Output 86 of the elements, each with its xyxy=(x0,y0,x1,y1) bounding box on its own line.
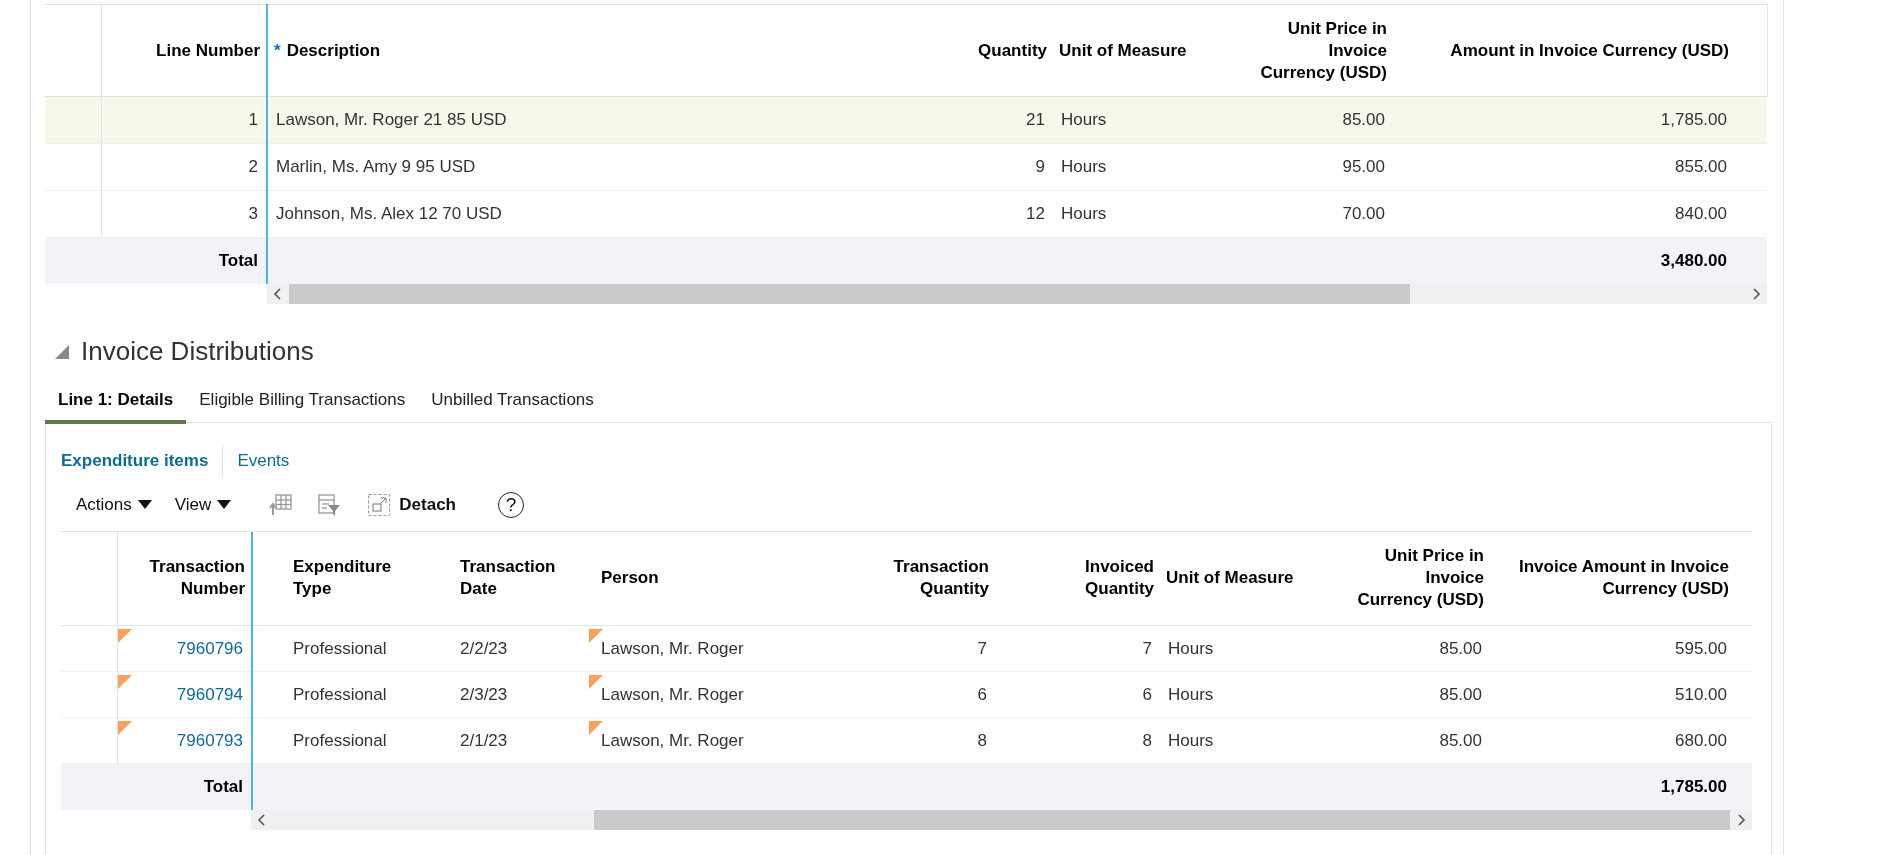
table-cell: 2/1/23 xyxy=(460,730,508,750)
table-cell: 70.00 xyxy=(1342,204,1385,223)
total-value: 3,480.00 xyxy=(1660,250,1727,270)
table-cell: 2 xyxy=(248,157,258,176)
column-header[interactable]: Unit of Measure xyxy=(1053,4,1233,97)
column-header[interactable]: Quantity xyxy=(960,4,1053,97)
table-cell: Professional xyxy=(293,730,387,750)
column-header[interactable]: Invoiced Quantity xyxy=(995,531,1160,626)
table-cell: Marlin, Ms. Amy 9 95 USD xyxy=(276,157,476,176)
collapse-triangle-icon[interactable] xyxy=(55,344,69,359)
table-cell: 9 xyxy=(1035,157,1045,176)
table-cell: 95.00 xyxy=(1342,157,1385,176)
table-cell: Hours xyxy=(1168,730,1214,750)
table-cell: Hours xyxy=(1061,110,1107,129)
column-header[interactable]: Transaction Date xyxy=(450,531,585,626)
table-cell: 12 xyxy=(1026,204,1045,223)
column-header[interactable]: Unit Price in Invoice Currency (USD) xyxy=(1325,531,1490,626)
table-cell: 85.00 xyxy=(1342,110,1385,129)
table-cell: Lawson, Mr. Roger xyxy=(601,638,744,658)
caret-icon xyxy=(217,500,232,509)
table-row[interactable]: 2 Marlin, Ms. Amy 9 95 USD 9 Hours 95.00 855.00 xyxy=(45,143,1767,191)
table-cell: Hours xyxy=(1168,638,1214,658)
total-value: 1,785.00 xyxy=(1660,776,1727,796)
table-cell: Hours xyxy=(1061,204,1107,223)
table-cell: 85.00 xyxy=(1439,684,1482,704)
table-cell: 2/3/23 xyxy=(460,684,508,704)
table-cell: 7 xyxy=(977,638,987,658)
table-cell: 1 xyxy=(248,110,258,129)
chevron-right-icon[interactable] xyxy=(1738,813,1746,826)
table-cell: Hours xyxy=(1168,684,1214,704)
transaction-link[interactable]: 7960794 xyxy=(176,684,243,704)
column-header[interactable]: Expenditure Type xyxy=(252,531,450,626)
column-header[interactable]: Invoice Amount in Invoice Currency (USD) xyxy=(1490,531,1735,626)
table-cell: 510.00 xyxy=(1675,684,1727,704)
table-cell: 6 xyxy=(977,684,987,704)
table-cell: Hours xyxy=(1061,157,1107,176)
spreadsheet-export-icon[interactable] xyxy=(269,492,294,517)
horizontal-scrollbar[interactable] xyxy=(251,809,1752,830)
column-header[interactable]: Transaction Quantity xyxy=(840,531,995,626)
column-header[interactable]: Transaction Number xyxy=(117,531,252,626)
table-cell: 8 xyxy=(1142,730,1152,750)
detach-button[interactable]: Detach xyxy=(361,491,462,518)
table-row[interactable]: 1 Lawson, Mr. Roger 21 85 USD 21 Hours 85.00 1,785.00 xyxy=(45,96,1767,144)
menu-button[interactable]: Actions xyxy=(61,490,160,519)
caret-icon xyxy=(137,500,152,509)
column-header[interactable]: * Description xyxy=(267,4,960,97)
table-cell: 680.00 xyxy=(1675,730,1727,750)
table-cell: 6 xyxy=(1142,684,1152,704)
table-cell: 840.00 xyxy=(1675,204,1727,223)
table-cell: Professional xyxy=(293,684,387,704)
total-label: Total xyxy=(218,250,258,270)
transaction-link[interactable]: 7960793 xyxy=(176,730,243,750)
tab[interactable]: Unbilled Transactions xyxy=(418,381,607,424)
table-cell: 21 xyxy=(1026,110,1045,129)
table-cell: 85.00 xyxy=(1439,638,1482,658)
column-header[interactable]: Person xyxy=(585,531,840,626)
table-cell: 855.00 xyxy=(1675,157,1727,176)
table-cell: 3 xyxy=(248,204,258,223)
horizontal-scrollbar[interactable] xyxy=(267,283,1767,304)
chevron-left-icon[interactable] xyxy=(257,813,265,826)
subtab-link[interactable]: Events xyxy=(223,450,304,471)
tab[interactable]: Eligible Billing Transactions xyxy=(186,381,419,424)
tab[interactable]: Line 1: Details xyxy=(45,381,187,424)
table-cell: Lawson, Mr. Roger xyxy=(601,684,744,704)
chevron-left-icon[interactable] xyxy=(273,287,281,300)
table-cell: 1,785.00 xyxy=(1660,110,1727,129)
column-header[interactable]: Unit Price in Invoice Currency (USD) xyxy=(1233,4,1393,97)
section-title: Invoice Distributions xyxy=(81,336,314,367)
table-cell: Johnson, Ms. Alex 12 70 USD xyxy=(276,204,502,223)
chevron-right-icon[interactable] xyxy=(1753,287,1761,300)
table-cell: 85.00 xyxy=(1439,730,1482,750)
table-cell: Professional xyxy=(293,638,387,658)
transaction-link[interactable]: 7960796 xyxy=(176,638,243,658)
table-cell: 8 xyxy=(977,730,987,750)
column-header[interactable]: Amount in Invoice Currency (USD) xyxy=(1393,4,1735,97)
filter-table-icon[interactable] xyxy=(317,492,342,517)
menu-button[interactable]: View xyxy=(159,490,240,519)
table-cell: 7 xyxy=(1142,638,1152,658)
table-cell: Lawson, Mr. Roger 21 85 USD xyxy=(276,110,507,129)
table-cell: 2/2/23 xyxy=(460,638,508,658)
total-label: Total xyxy=(203,776,243,796)
table-cell: 595.00 xyxy=(1675,638,1727,658)
table-cell: Lawson, Mr. Roger xyxy=(601,730,744,750)
detach-icon xyxy=(367,492,392,517)
column-header[interactable]: Unit of Measure xyxy=(1160,531,1325,626)
subtab-link[interactable]: Expenditure items xyxy=(61,450,223,471)
